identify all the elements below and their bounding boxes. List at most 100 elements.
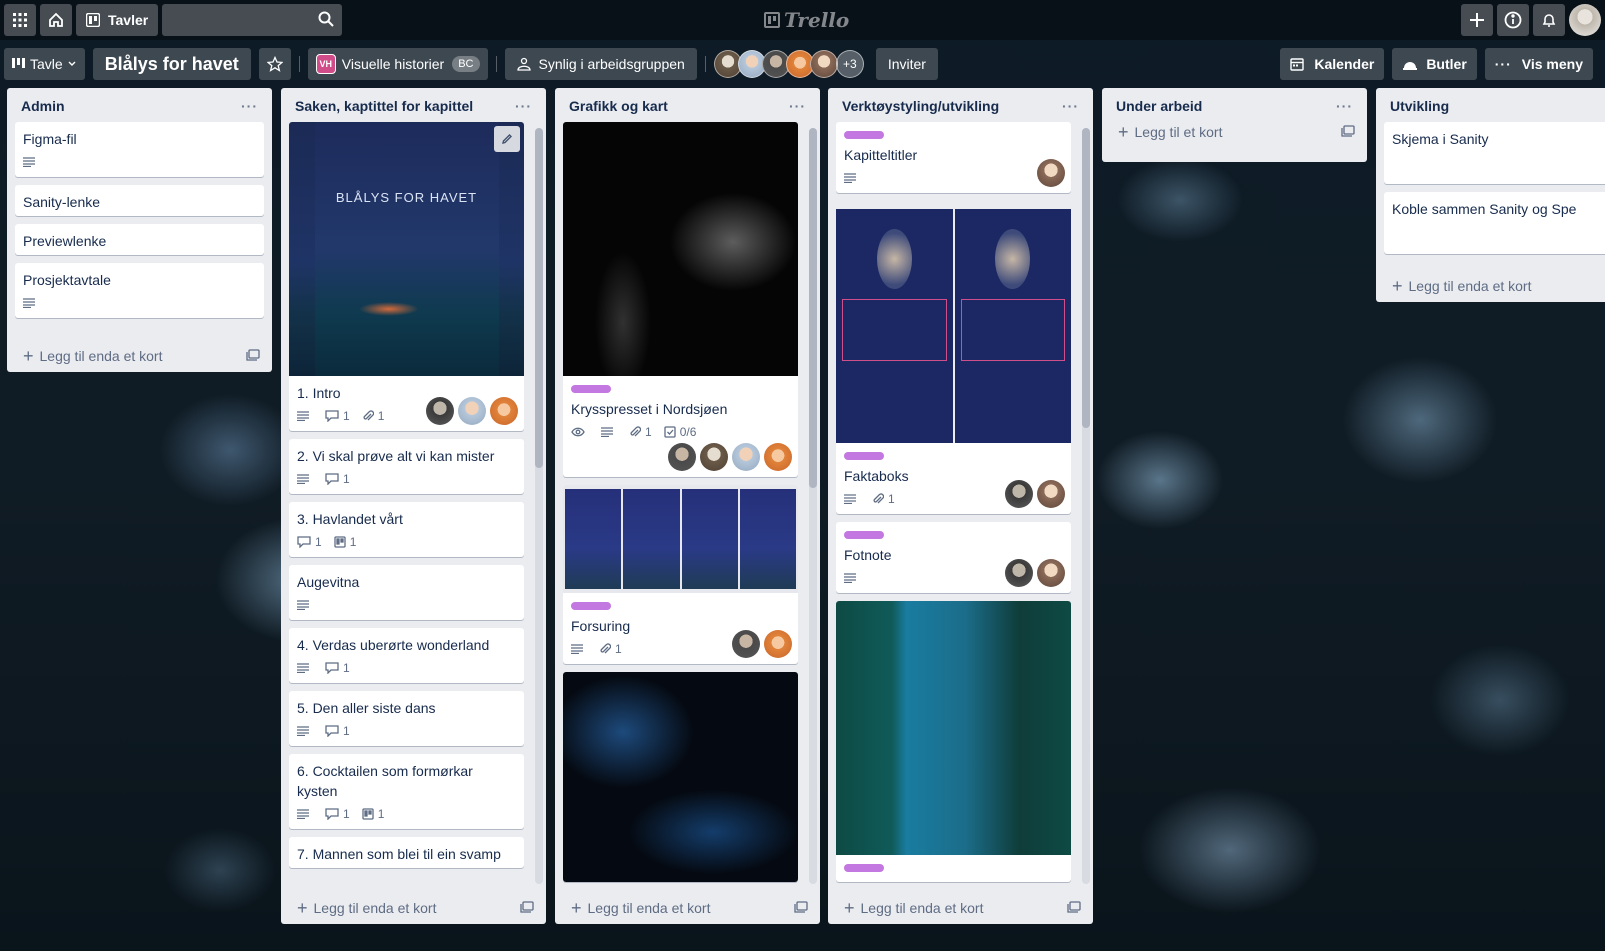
more-members-button[interactable]: +3: [835, 50, 864, 78]
list-card[interactable]: 4. Verdas uberørte wonderland 1: [289, 628, 524, 683]
visibility-button[interactable]: Synlig i arbeidsgruppen: [504, 48, 697, 80]
add-card-button[interactable]: + Legg til enda et kort: [281, 894, 546, 924]
workspace-button[interactable]: VH Visuelle historier BC: [307, 48, 488, 80]
list-title[interactable]: Saken, kaptittel for kapittel: [295, 98, 473, 114]
create-plus-icon[interactable]: [1461, 4, 1493, 36]
list-card[interactable]: Faktaboks 1: [836, 201, 1071, 514]
card-title: Sanity-lenke: [23, 194, 101, 210]
member-avatar[interactable]: [668, 443, 696, 471]
member-avatar[interactable]: [1037, 480, 1065, 508]
description-icon: [844, 494, 860, 504]
butler-button[interactable]: Butler: [1392, 48, 1477, 80]
list-card[interactable]: 3. Havlandet vårt 1 1: [289, 502, 524, 557]
info-icon[interactable]: [1497, 4, 1529, 36]
member-avatar[interactable]: [1037, 559, 1065, 587]
list-title[interactable]: Utvikling: [1390, 98, 1449, 114]
member-avatar[interactable]: [700, 443, 728, 471]
list-card[interactable]: Prosjektavtale: [15, 263, 264, 318]
board-members: +3: [713, 50, 864, 78]
description-icon: [297, 600, 313, 610]
add-card-label: Legg til enda et kort: [313, 900, 437, 916]
list-card[interactable]: Figma-fil: [15, 122, 264, 177]
add-card-button[interactable]: + Legg til enda et kort: [555, 894, 820, 924]
list-card[interactable]: Sanity-lenke: [15, 185, 264, 216]
add-card-button[interactable]: + Legg til enda et kort: [7, 342, 272, 372]
member-avatar[interactable]: [732, 443, 760, 471]
add-card-button[interactable]: + Legg til enda et kort: [1376, 272, 1605, 302]
description-icon: [23, 157, 39, 167]
list-card[interactable]: Krysspresset i Nordsjøen 1 0/6: [563, 122, 798, 477]
card-label: [571, 385, 611, 393]
list-menu-icon[interactable]: ···: [235, 98, 264, 114]
list-card[interactable]: Previewlenke: [15, 224, 264, 255]
card-title: 7. Mannen som blei til ein svamp: [297, 846, 501, 862]
list-card[interactable]: Fotnote: [836, 522, 1071, 593]
add-card-button[interactable]: + Legg til et kort: [1102, 122, 1367, 148]
card-title: Kapitteltitler: [844, 147, 918, 163]
home-icon[interactable]: [40, 4, 72, 36]
card-template-icon[interactable]: [794, 900, 808, 916]
boards-button[interactable]: Tavler: [76, 4, 159, 36]
list-card[interactable]: Skjema i Sanity: [1384, 122, 1605, 184]
member-avatar[interactable]: [1005, 559, 1033, 587]
list-title[interactable]: Grafikk og kart: [569, 98, 668, 114]
list-card[interactable]: 7. Mannen som blei til ein svamp: [289, 837, 524, 868]
invite-button[interactable]: Inviter: [875, 48, 938, 80]
comments-badge: 1: [297, 535, 322, 549]
list-menu-icon[interactable]: ···: [1330, 98, 1359, 114]
member-avatar[interactable]: [458, 397, 486, 425]
member-avatar[interactable]: [732, 630, 760, 658]
calendar-button[interactable]: Kalender: [1280, 48, 1385, 80]
list-title[interactable]: Under arbeid: [1116, 98, 1202, 114]
list-card[interactable]: 2. Vi skal prøve alt vi kan mister 1: [289, 439, 524, 494]
card-title: Augevitna: [297, 574, 360, 590]
list-card[interactable]: Kapitteltitler: [836, 122, 1071, 193]
member-avatar[interactable]: [809, 50, 838, 78]
list-card[interactable]: 5. Den aller siste dans 1: [289, 691, 524, 746]
star-button[interactable]: [258, 48, 291, 80]
add-card-button[interactable]: + Legg til enda et kort: [828, 894, 1093, 924]
card-template-icon[interactable]: [520, 900, 534, 916]
member-avatar[interactable]: [490, 397, 518, 425]
board-title[interactable]: Blålys for havet: [92, 48, 251, 80]
comments-badge: 1: [325, 472, 350, 486]
list-card[interactable]: Augevitna: [289, 565, 524, 620]
list-menu-icon[interactable]: ···: [1056, 98, 1085, 114]
list-card[interactable]: 6. Cocktailen som formørkar kysten 1 1: [289, 754, 524, 829]
list-scrollbar[interactable]: [535, 128, 543, 884]
card-title: Krysspresset i Nordsjøen: [571, 401, 728, 417]
member-avatar[interactable]: [1037, 159, 1065, 187]
view-switcher-button[interactable]: Tavle: [4, 48, 85, 80]
list-card[interactable]: BLÅLYS FOR HAVET 1. Intro 1 1: [289, 122, 524, 431]
edit-pencil-icon[interactable]: [494, 126, 520, 152]
member-avatar[interactable]: [426, 397, 454, 425]
list-card[interactable]: Forsuring 1: [563, 485, 798, 664]
cover-glow: [359, 302, 419, 316]
list-card[interactable]: [563, 672, 798, 882]
member-avatar[interactable]: [764, 630, 792, 658]
list-card[interactable]: Koble sammen Sanity og Spe: [1384, 192, 1605, 254]
description-icon: [297, 809, 313, 819]
list-title[interactable]: Admin: [21, 98, 65, 114]
list-scrollbar[interactable]: [809, 128, 817, 884]
card-members: [664, 443, 792, 471]
list-menu-icon[interactable]: ···: [509, 98, 538, 114]
card-template-icon[interactable]: [1341, 124, 1355, 140]
card-title: Figma-fil: [23, 131, 77, 147]
list-card[interactable]: [836, 601, 1071, 882]
card-template-icon[interactable]: [1067, 900, 1081, 916]
member-avatar[interactable]: [764, 443, 792, 471]
list-menu-icon[interactable]: ···: [783, 98, 812, 114]
card-template-icon[interactable]: [246, 348, 260, 364]
member-avatar[interactable]: [1005, 480, 1033, 508]
notifications-bell-icon[interactable]: [1533, 4, 1565, 36]
show-menu-button[interactable]: ··· Vis meny: [1484, 48, 1593, 80]
list-scrollbar[interactable]: [1082, 128, 1090, 884]
user-avatar[interactable]: [1569, 4, 1601, 36]
list-title[interactable]: Verktøystyling/utvikling: [842, 98, 999, 114]
divider: [495, 56, 497, 72]
trello-logo[interactable]: Trello: [764, 8, 849, 32]
apps-grid-icon[interactable]: [4, 4, 36, 36]
linked-board-badge: 1: [334, 535, 356, 549]
search-input[interactable]: [162, 4, 343, 36]
